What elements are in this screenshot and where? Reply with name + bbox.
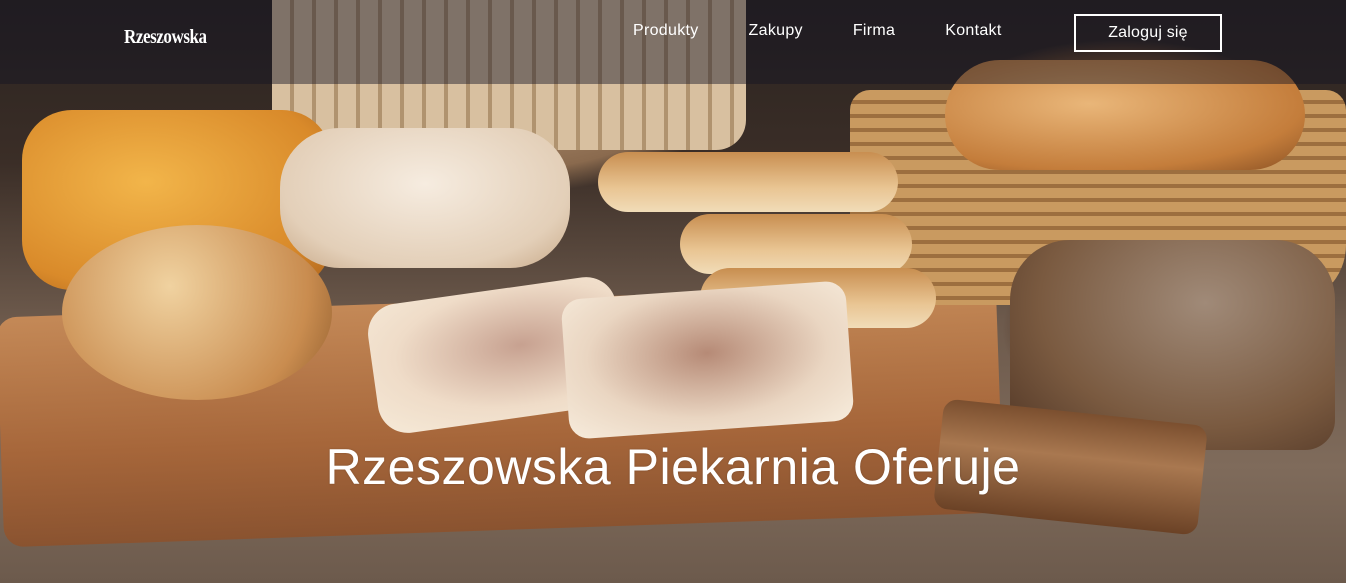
nav-item-kontakt[interactable]: Kontakt — [945, 22, 1001, 40]
login-button[interactable]: Zaloguj się — [1074, 14, 1222, 52]
flatbread — [560, 280, 855, 440]
hero-title: Rzeszowska Piekarnia Oferuje — [325, 439, 1021, 495]
seeded-bun — [62, 225, 332, 400]
pancake — [680, 214, 912, 274]
nav-item-produkty[interactable]: Produkty — [633, 22, 699, 40]
hero-section: Rzeszowska Produkty Zakupy Firma Kontakt… — [0, 0, 1346, 583]
main-nav: Produkty Zakupy Firma Kontakt — [633, 22, 1002, 40]
site-logo[interactable]: Rzeszowska — [124, 26, 207, 49]
nav-item-zakupy[interactable]: Zakupy — [749, 22, 803, 40]
pancake — [598, 152, 898, 212]
nav-item-firma[interactable]: Firma — [853, 22, 895, 40]
white-bread — [280, 128, 570, 268]
